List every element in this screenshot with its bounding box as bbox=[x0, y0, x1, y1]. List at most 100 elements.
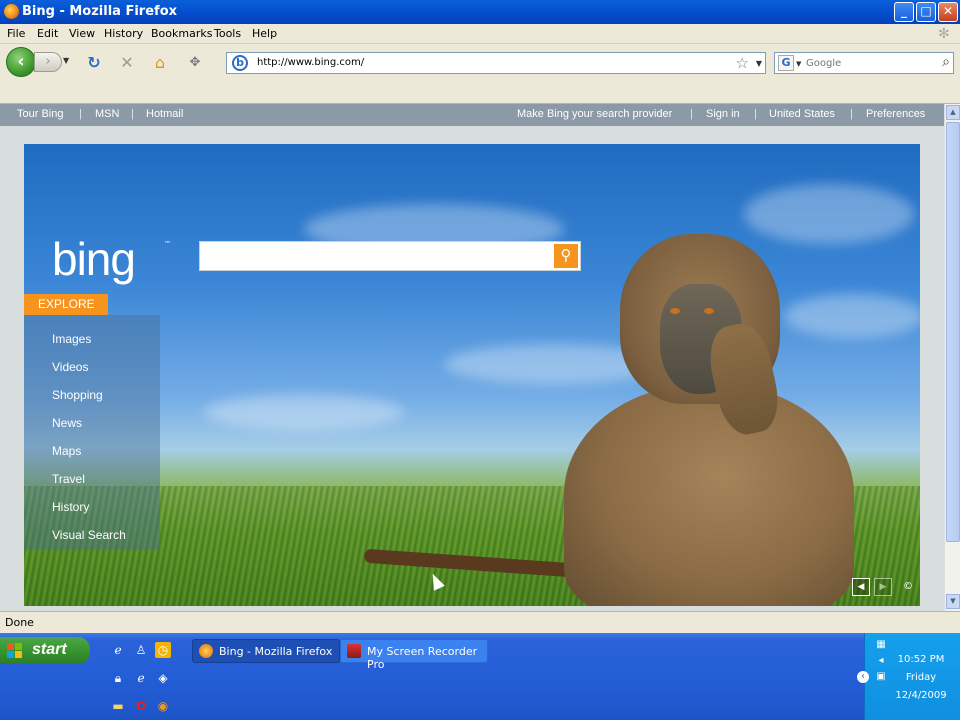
bookmarks-toolbar bbox=[0, 82, 960, 104]
history-dropdown-icon[interactable]: ▼ bbox=[63, 56, 69, 65]
task-screen-recorder[interactable]: My Screen Recorder Pro bbox=[340, 639, 488, 671]
bing-logo[interactable]: bing bbox=[52, 232, 136, 286]
quicklaunch-folder-icon[interactable]: ▬ bbox=[110, 698, 126, 714]
task-label: Bing - Mozilla Firefox bbox=[219, 645, 333, 658]
nav-separator: | bbox=[131, 108, 134, 120]
baboon-eye bbox=[704, 308, 714, 314]
nav-separator: | bbox=[79, 108, 82, 120]
show-hidden-icons-icon[interactable]: ‹ bbox=[857, 671, 869, 683]
nav-separator: | bbox=[850, 108, 853, 120]
google-engine-icon[interactable]: G bbox=[778, 55, 794, 71]
hero-image: bing ™ ⚲ EXPLORE Images Videos Shopping … bbox=[24, 144, 920, 606]
network-tray-icon[interactable]: ▦ bbox=[875, 639, 887, 651]
system-tray: ▦ ◂ ‹ ▣ 10:52 PM Friday 12/4/2009 bbox=[857, 633, 960, 720]
url-text[interactable]: http://www.bing.com/ bbox=[257, 57, 364, 68]
quicklaunch-ie-icon[interactable]: ℯ bbox=[110, 642, 126, 658]
explore-item-news[interactable]: News bbox=[52, 416, 82, 430]
addon-icon[interactable]: ✥ bbox=[185, 53, 205, 73]
quicklaunch-opera-icon[interactable]: O bbox=[133, 698, 149, 714]
link-tour-bing[interactable]: Tour Bing bbox=[17, 108, 63, 120]
explore-item-videos[interactable]: Videos bbox=[52, 360, 88, 374]
engine-dropdown-icon[interactable]: ▼ bbox=[796, 60, 801, 68]
bing-top-nav: Tour Bing | MSN | Hotmail Make Bing your… bbox=[0, 104, 944, 126]
clock-day[interactable]: Friday bbox=[883, 672, 959, 683]
menu-edit[interactable]: Edit bbox=[37, 27, 58, 40]
quicklaunch-browser-icon[interactable]: ℯ bbox=[133, 670, 149, 686]
cloud bbox=[204, 394, 404, 430]
stop-icon[interactable]: ✕ bbox=[117, 53, 137, 73]
scroll-up-icon[interactable]: ▲ bbox=[946, 105, 960, 120]
baboon-eye bbox=[670, 308, 680, 314]
throbber-icon: ✻ bbox=[938, 26, 950, 42]
quicklaunch-firefox-icon[interactable]: ◉ bbox=[155, 698, 171, 714]
task-label: My Screen Recorder Pro bbox=[367, 645, 478, 671]
explore-item-shopping[interactable]: Shopping bbox=[52, 388, 103, 402]
scroll-thumb[interactable] bbox=[946, 122, 960, 542]
search-bar[interactable]: G ▼ ⌕ bbox=[774, 52, 954, 74]
menu-file[interactable]: File bbox=[7, 27, 25, 40]
close-button[interactable]: ✕ bbox=[938, 2, 958, 22]
explore-item-visual-search[interactable]: Visual Search bbox=[52, 528, 126, 542]
explore-panel bbox=[24, 315, 160, 550]
previous-image-icon[interactable]: ◀ bbox=[852, 578, 870, 596]
link-sign-in[interactable]: Sign in bbox=[706, 108, 740, 120]
scroll-down-icon[interactable]: ▼ bbox=[946, 594, 960, 609]
quicklaunch-network-icon[interactable]: ◈ bbox=[155, 670, 171, 686]
status-bar: Done bbox=[0, 611, 960, 633]
home-icon[interactable]: ⌂ bbox=[150, 53, 170, 73]
link-make-search-provider[interactable]: Make Bing your search provider bbox=[517, 108, 672, 120]
explore-item-maps[interactable]: Maps bbox=[52, 444, 81, 458]
menu-bookmarks[interactable]: Bookmarks bbox=[151, 27, 212, 40]
menu-help[interactable]: Help bbox=[252, 27, 277, 40]
bookmark-star-icon[interactable]: ☆ bbox=[736, 54, 749, 72]
minimize-button[interactable]: _ bbox=[894, 2, 914, 22]
link-preferences[interactable]: Preferences bbox=[866, 108, 925, 120]
trademark-mark: ™ bbox=[164, 240, 171, 248]
page-content: Tour Bing | MSN | Hotmail Make Bing your… bbox=[0, 104, 944, 611]
explore-item-images[interactable]: Images bbox=[52, 332, 91, 346]
explore-item-history[interactable]: History bbox=[52, 500, 89, 514]
navigation-toolbar: ‹ › ▼ ↻ ✕ ⌂ ✥ b http://www.bing.com/ ☆ ▼… bbox=[0, 44, 960, 82]
link-united-states[interactable]: United States bbox=[769, 108, 835, 120]
status-text: Done bbox=[5, 616, 34, 629]
start-label[interactable]: start bbox=[32, 641, 67, 659]
window-titlebar: Bing - Mozilla Firefox _ □ ✕ bbox=[0, 0, 960, 24]
firefox-icon bbox=[199, 644, 213, 658]
forward-icon[interactable]: › bbox=[34, 52, 62, 72]
bing-search-box[interactable]: ⚲ bbox=[199, 241, 581, 271]
task-firefox[interactable]: Bing - Mozilla Firefox bbox=[192, 639, 340, 663]
copyright-icon[interactable]: © bbox=[903, 581, 913, 592]
recorder-icon bbox=[347, 644, 361, 658]
menu-view[interactable]: View bbox=[69, 27, 95, 40]
quicklaunch-lock-icon[interactable]: 🔒︎ bbox=[110, 670, 126, 686]
link-hotmail[interactable]: Hotmail bbox=[146, 108, 183, 120]
cloud bbox=[784, 294, 920, 338]
bing-search-button[interactable]: ⚲ bbox=[554, 244, 578, 268]
bing-search-input[interactable] bbox=[206, 247, 546, 265]
window-title: Bing - Mozilla Firefox bbox=[22, 4, 178, 19]
reload-icon[interactable]: ↻ bbox=[84, 53, 104, 73]
quicklaunch-messenger-icon[interactable]: ♙ bbox=[133, 642, 149, 658]
bing-favicon-icon: b bbox=[232, 55, 248, 71]
search-icon[interactable]: ⌕ bbox=[942, 54, 950, 70]
menu-bar: File Edit View History Bookmarks Tools H… bbox=[0, 24, 960, 44]
explore-item-travel[interactable]: Travel bbox=[52, 472, 85, 486]
link-msn[interactable]: MSN bbox=[95, 108, 119, 120]
quicklaunch-clock-icon[interactable]: ◷ bbox=[155, 642, 171, 658]
menu-history[interactable]: History bbox=[104, 27, 143, 40]
address-bar[interactable]: b http://www.bing.com/ ☆ ▼ bbox=[226, 52, 766, 74]
clock-time[interactable]: 10:52 PM bbox=[883, 654, 959, 665]
nav-separator: | bbox=[690, 108, 693, 120]
vertical-scrollbar[interactable]: ▲ ▼ bbox=[944, 104, 960, 611]
search-input[interactable] bbox=[806, 55, 934, 71]
clock-date[interactable]: 12/4/2009 bbox=[883, 690, 959, 701]
next-image-icon[interactable]: ▶ bbox=[874, 578, 892, 596]
start-button[interactable]: start bbox=[0, 637, 90, 664]
back-icon[interactable]: ‹ bbox=[6, 47, 36, 77]
maximize-button[interactable]: □ bbox=[916, 2, 936, 22]
baboon-body bbox=[564, 384, 854, 606]
url-dropdown-icon[interactable]: ▼ bbox=[756, 59, 762, 68]
nav-separator: | bbox=[754, 108, 757, 120]
windows-flag-icon bbox=[7, 643, 23, 659]
menu-tools[interactable]: Tools bbox=[214, 27, 241, 40]
